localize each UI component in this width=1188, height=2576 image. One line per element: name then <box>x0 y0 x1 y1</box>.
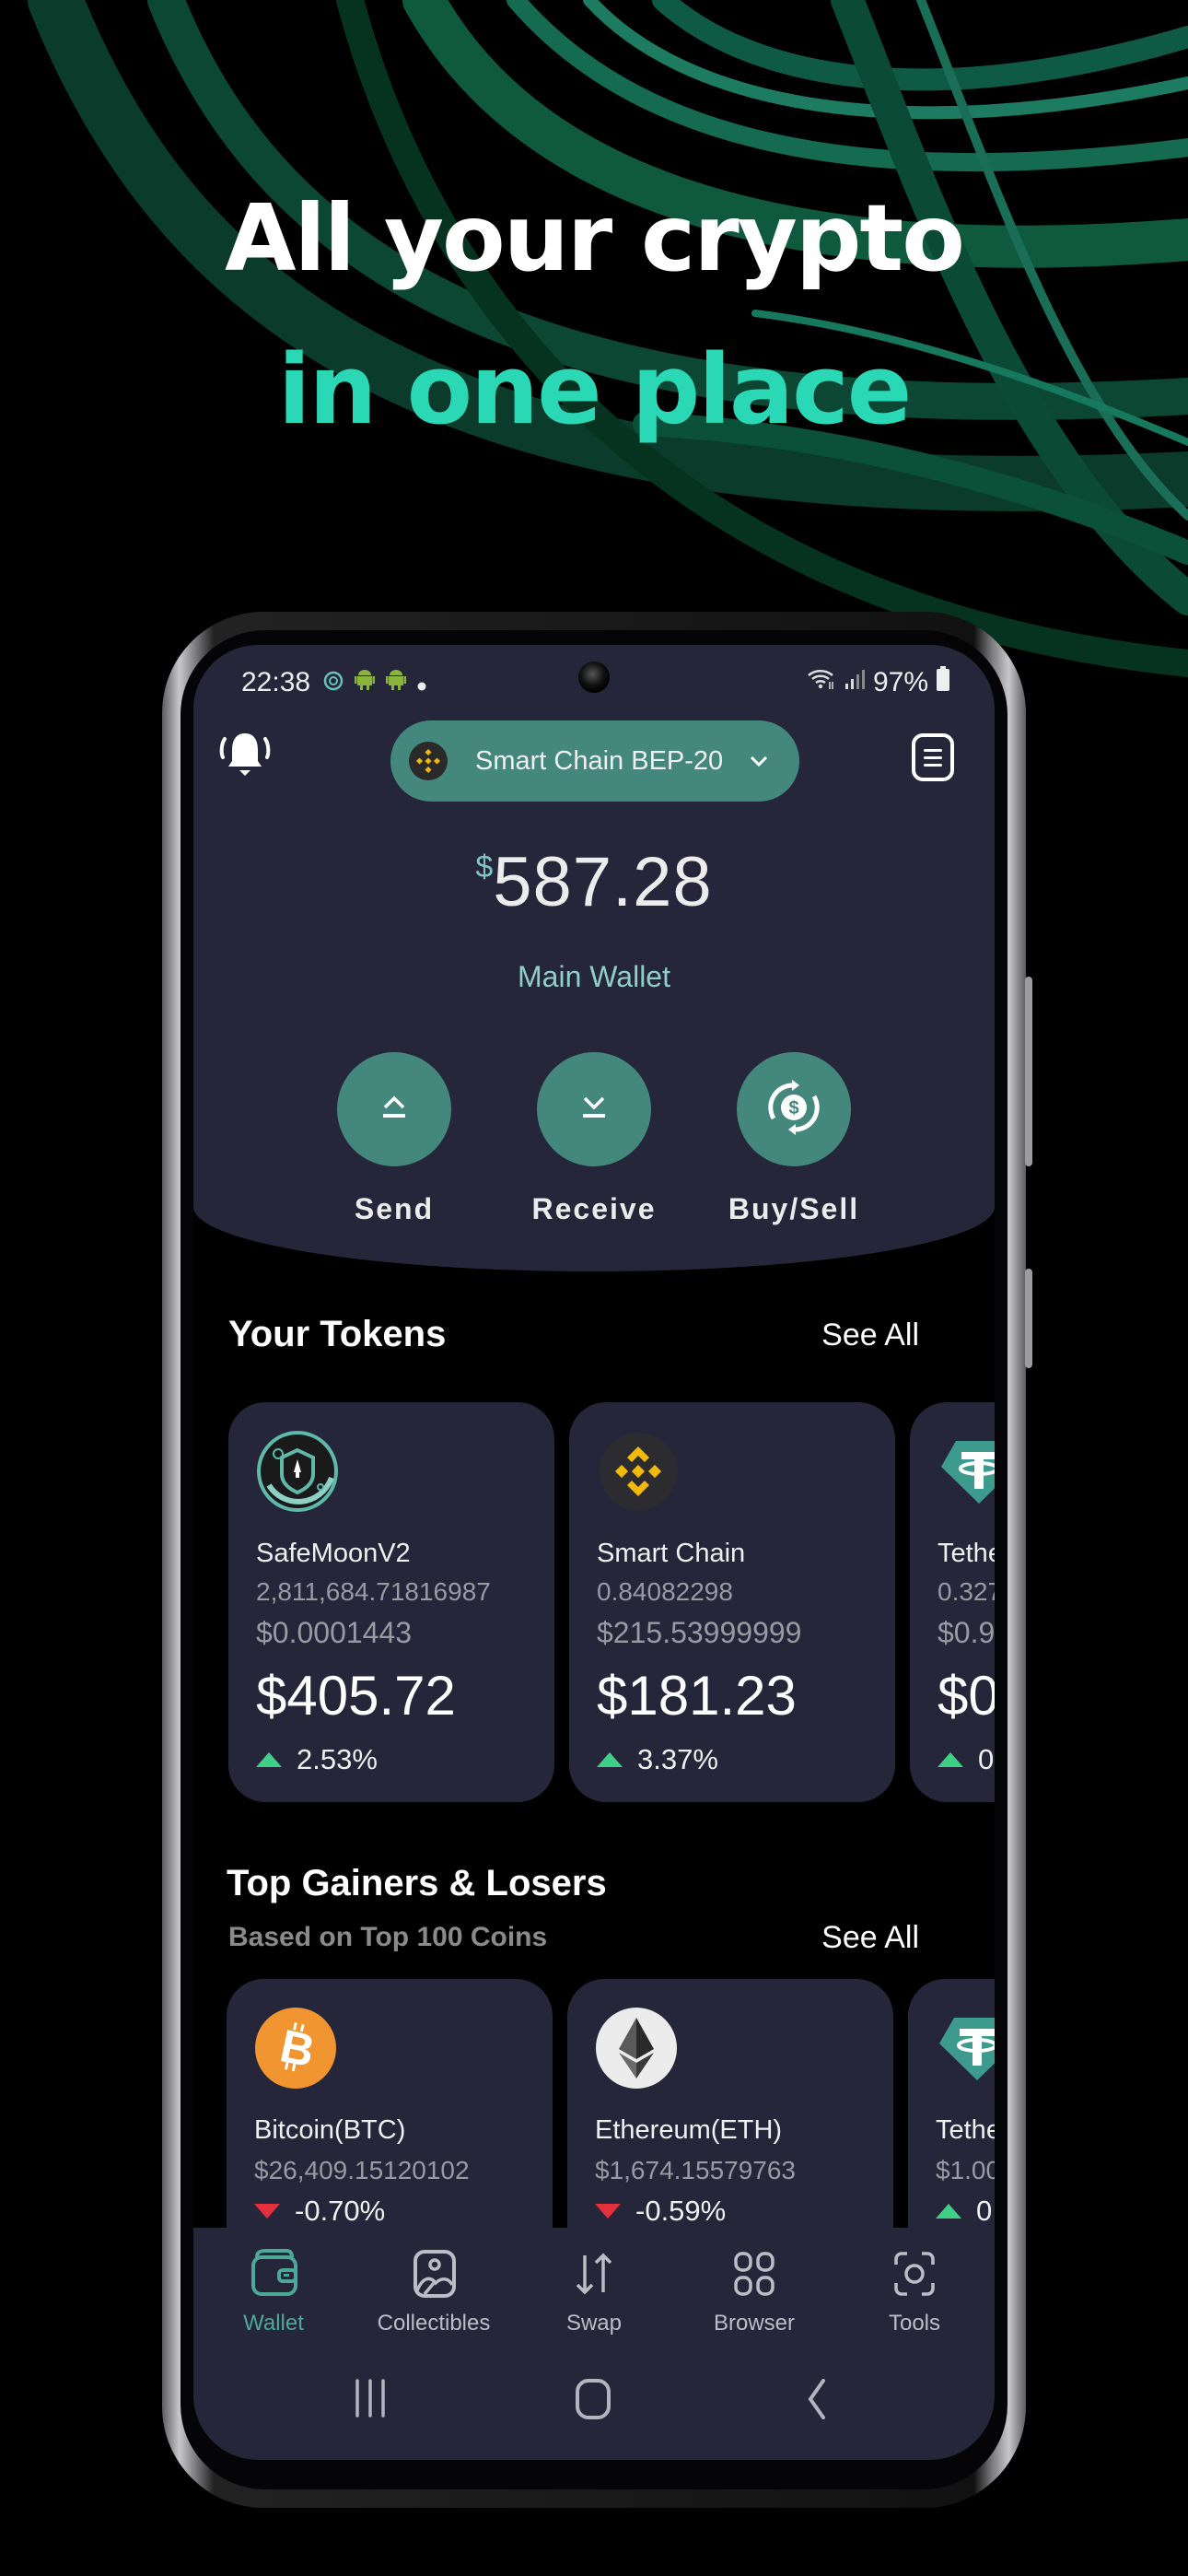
arrow-up-icon <box>597 1752 623 1767</box>
tether-icon <box>936 2007 995 2090</box>
bnb-icon <box>409 742 448 780</box>
tab-swap[interactable]: Swap <box>514 2246 674 2336</box>
change-indicator: 0. <box>938 1743 995 1776</box>
change-indicator: 3.37% <box>597 1743 718 1776</box>
arrow-down-icon <box>595 2204 621 2219</box>
home-icon[interactable] <box>566 2371 622 2427</box>
volume-button <box>1025 977 1032 1166</box>
arrow-up-icon <box>936 2204 961 2219</box>
gainers-losers-title: Top Gainers & Losers <box>227 1863 607 1903</box>
token-card[interactable]: SafeMoonV2 2,811,684.71816987 $0.0001443… <box>228 1402 554 1802</box>
recents-icon[interactable] <box>343 2371 398 2427</box>
tab-tools[interactable]: Tools <box>834 2246 995 2336</box>
wallet-icon <box>246 2246 301 2301</box>
android-icon <box>355 667 376 698</box>
currency-symbol: $ <box>475 849 494 884</box>
safemoon-icon <box>256 1430 339 1513</box>
battery-percent: 97% <box>872 667 928 697</box>
buy-sell-button[interactable]: $ Buy/Sell <box>711 1052 877 1226</box>
send-icon <box>376 1089 413 1130</box>
tokens-see-all-link[interactable]: See All <box>821 1317 919 1353</box>
back-icon[interactable] <box>790 2371 845 2427</box>
hero-subheadline: in one place <box>277 334 913 446</box>
arrow-up-icon <box>938 1752 963 1767</box>
gainers-see-all-link[interactable]: See All <box>821 1920 919 1956</box>
menu-icon[interactable] <box>912 733 954 781</box>
arrow-down-icon <box>254 2204 280 2219</box>
wallet-name[interactable]: Main Wallet <box>193 960 995 994</box>
receive-icon <box>576 1089 612 1130</box>
balance-value: 587.28 <box>493 843 713 921</box>
tab-collectibles[interactable]: Collectibles <box>354 2246 514 2336</box>
tab-wallet[interactable]: Wallet <box>193 2246 354 2336</box>
send-button[interactable]: Send <box>311 1052 477 1226</box>
change-indicator: -0.70% <box>254 2195 385 2228</box>
gainers-losers-subtitle: Based on Top 100 Coins <box>228 1922 548 1952</box>
change-indicator: 2.53% <box>256 1743 378 1776</box>
android-icon <box>386 667 407 698</box>
coin-card[interactable]: Tethe $1.00 0. <box>908 1979 995 2255</box>
coin-card[interactable]: B Bitcoin(BTC) $26,409.15120102 -0.70% <box>227 1979 553 2255</box>
arrow-up-icon <box>256 1752 282 1767</box>
token-card-row[interactable]: SafeMoonV2 2,811,684.71816987 $0.0001443… <box>228 1402 995 1808</box>
coin-card[interactable]: Ethereum(ETH) $1,674.15579763 -0.59% <box>567 1979 893 2255</box>
power-button <box>1025 1269 1032 1368</box>
dot-icon <box>417 667 426 698</box>
change-indicator: -0.59% <box>595 2195 726 2228</box>
bottom-tab-bar: Wallet Collectibles Swap Browser Tools <box>193 2228 995 2460</box>
wallet-balance: $587.28 <box>193 842 995 922</box>
swap-icon <box>566 2246 622 2301</box>
battery-icon <box>936 666 950 699</box>
buy-sell-icon: $ <box>759 1072 829 1147</box>
tab-browser[interactable]: Browser <box>674 2246 834 2336</box>
network-selector[interactable]: Smart Chain BEP-20 <box>390 720 799 802</box>
tether-icon <box>938 1430 995 1513</box>
signal-icon <box>844 667 866 698</box>
safemoon-notification-icon <box>323 667 344 698</box>
collectibles-icon <box>406 2246 461 2301</box>
browser-icon <box>727 2246 782 2301</box>
tools-icon <box>887 2246 942 2301</box>
ethereum-icon <box>595 2007 678 2090</box>
system-navigation-bar <box>193 2366 995 2430</box>
phone-screen: 22:38 97% Smart Chain BEP-20 $587.28 Mai… <box>193 645 995 2460</box>
front-camera <box>578 662 610 693</box>
network-label: Smart Chain BEP-20 <box>475 745 724 776</box>
svg-text:$: $ <box>788 1098 798 1118</box>
your-tokens-title: Your Tokens <box>228 1314 447 1354</box>
status-time: 22:38 <box>241 667 311 697</box>
hero-headline: All your crypto <box>225 184 965 292</box>
token-card[interactable]: Tethe 0.327 $0.9 $0 0. <box>910 1402 995 1802</box>
receive-button[interactable]: Receive <box>511 1052 677 1226</box>
change-indicator: 0. <box>936 2195 995 2228</box>
token-card[interactable]: Smart Chain 0.84082298 $215.53999999 $18… <box>569 1402 895 1802</box>
bitcoin-icon: B <box>254 2007 337 2090</box>
bnb-icon <box>597 1430 680 1513</box>
bell-icon[interactable] <box>217 726 273 781</box>
wifi-icon <box>807 667 836 698</box>
chevron-down-icon <box>749 749 769 773</box>
